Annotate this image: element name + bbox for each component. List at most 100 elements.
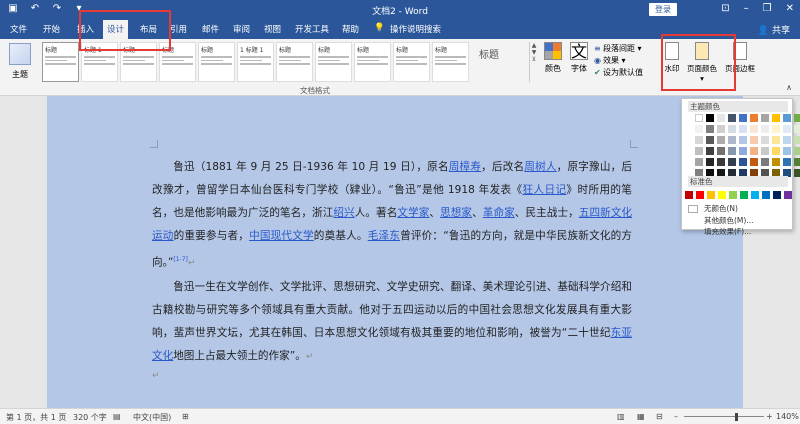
word-count[interactable]: 320 个字 — [73, 412, 107, 423]
hyperlink[interactable]: 周树人 — [524, 161, 556, 173]
color-swatch[interactable] — [696, 191, 704, 199]
tab-review[interactable]: 审阅 — [233, 23, 250, 35]
zoom-slider[interactable] — [684, 416, 764, 417]
color-swatch[interactable] — [784, 191, 792, 199]
color-swatch[interactable] — [717, 136, 725, 144]
color-swatch[interactable] — [706, 147, 714, 155]
color-swatch[interactable] — [761, 125, 769, 133]
zoom-in-icon[interactable]: + — [766, 412, 773, 421]
hyperlink[interactable]: 毛泽东 — [368, 230, 400, 242]
color-swatch[interactable] — [772, 158, 780, 166]
zoom-level[interactable]: 140% — [776, 412, 799, 421]
style-thumb[interactable]: 标题 — [276, 42, 313, 82]
color-swatch[interactable] — [718, 191, 726, 199]
color-swatch[interactable] — [794, 136, 800, 144]
zoom-slider-thumb[interactable] — [735, 413, 738, 421]
no-color-item[interactable]: 无颜色(N) — [688, 203, 738, 214]
color-swatch[interactable] — [750, 158, 758, 166]
style-thumb[interactable]: 标题 — [354, 42, 391, 82]
color-swatch[interactable] — [695, 114, 703, 122]
style-thumb[interactable]: 标题 — [393, 42, 430, 82]
color-swatch[interactable] — [794, 125, 800, 133]
color-swatch[interactable] — [728, 147, 736, 155]
colors-button[interactable]: 颜色 — [542, 42, 564, 74]
effects-button[interactable]: ◉ 效果 ▾ — [594, 55, 643, 67]
web-layout-icon[interactable]: ⊟ — [656, 412, 663, 421]
themes-button[interactable]: 主题 — [6, 43, 34, 80]
hyperlink[interactable]: 狂人日记 — [523, 184, 567, 196]
color-swatch[interactable] — [794, 114, 800, 122]
fill-effects-item[interactable]: 填充效果(F)... — [688, 226, 751, 237]
color-swatch[interactable] — [695, 125, 703, 133]
color-swatch[interactable] — [739, 158, 747, 166]
color-swatch[interactable] — [783, 114, 791, 122]
hyperlink[interactable]: 革命家 — [483, 207, 515, 219]
color-swatch[interactable] — [750, 136, 758, 144]
tab-mailings[interactable]: 邮件 — [202, 23, 219, 35]
read-mode-icon[interactable]: ▥ — [617, 412, 625, 421]
color-swatch[interactable] — [783, 147, 791, 155]
color-swatch[interactable] — [794, 147, 800, 155]
paragraph-spacing-button[interactable]: ≡ 段落间距 ▾ — [594, 43, 643, 55]
citation-link[interactable]: [1-7] — [173, 256, 187, 263]
login-button[interactable]: 登录 — [649, 3, 677, 16]
color-swatch[interactable] — [717, 158, 725, 166]
tab-developer[interactable]: 开发工具 — [295, 23, 329, 35]
color-swatch[interactable] — [794, 158, 800, 166]
minimize-icon[interactable]: – — [744, 3, 749, 14]
color-swatch[interactable] — [783, 136, 791, 144]
close-icon[interactable]: ✕ — [786, 3, 794, 14]
tab-view[interactable]: 视图 — [264, 23, 281, 35]
set-default-button[interactable]: ✔ 设为默认值 — [594, 67, 643, 79]
style-thumb[interactable]: 1 标题 1 — [237, 42, 274, 82]
color-swatch[interactable] — [751, 191, 759, 199]
style-thumb[interactable]: 标题 — [432, 42, 469, 82]
color-swatch[interactable] — [685, 191, 693, 199]
color-swatch[interactable] — [717, 125, 725, 133]
color-swatch[interactable] — [772, 147, 780, 155]
color-swatch[interactable] — [750, 125, 758, 133]
style-thumb[interactable]: 标题 — [471, 42, 507, 82]
print-layout-icon[interactable]: ▦ — [637, 412, 645, 421]
color-swatch[interactable] — [707, 191, 715, 199]
color-swatch[interactable] — [773, 191, 781, 199]
color-swatch[interactable] — [750, 147, 758, 155]
color-swatch[interactable] — [728, 158, 736, 166]
color-swatch[interactable] — [728, 136, 736, 144]
tell-me-search[interactable]: 操作说明搜索 — [390, 23, 441, 35]
accessibility-icon[interactable]: ⊞ — [182, 412, 189, 421]
color-swatch[interactable] — [772, 114, 780, 122]
color-swatch[interactable] — [717, 147, 725, 155]
color-swatch[interactable] — [740, 191, 748, 199]
fonts-button[interactable]: 文 字体 — [568, 42, 590, 74]
color-swatch[interactable] — [695, 136, 703, 144]
color-swatch[interactable] — [739, 136, 747, 144]
style-thumb[interactable]: 标题 — [315, 42, 352, 82]
restore-icon[interactable]: ❐ — [763, 3, 772, 14]
color-swatch[interactable] — [739, 147, 747, 155]
hyperlink[interactable]: 绍兴 — [333, 207, 354, 219]
color-swatch[interactable] — [695, 158, 703, 166]
color-swatch[interactable] — [750, 114, 758, 122]
style-thumb[interactable]: 标题 — [42, 42, 79, 82]
document-page[interactable]: 鲁迅（1881 年 9 月 25 日-1936 年 10 月 19 日），原名周… — [47, 96, 743, 408]
color-swatch[interactable] — [706, 136, 714, 144]
zoom-out-icon[interactable]: – — [674, 412, 678, 421]
gallery-scroll[interactable]: ▲ ▼ ⊻ — [529, 42, 538, 82]
color-swatch[interactable] — [706, 158, 714, 166]
document-body[interactable]: 鲁迅（1881 年 9 月 25 日-1936 年 10 月 19 日），原名周… — [152, 156, 632, 383]
color-swatch[interactable] — [772, 125, 780, 133]
color-swatch[interactable] — [761, 158, 769, 166]
tab-home[interactable]: 开始 — [43, 23, 60, 35]
color-swatch[interactable] — [728, 114, 736, 122]
color-swatch[interactable] — [717, 114, 725, 122]
color-swatch[interactable] — [739, 125, 747, 133]
color-swatch[interactable] — [772, 136, 780, 144]
tab-references[interactable]: 引用 — [170, 23, 187, 35]
color-swatch[interactable] — [783, 125, 791, 133]
more-colors-item[interactable]: 其他颜色(M)... — [688, 215, 753, 226]
color-swatch[interactable] — [762, 191, 770, 199]
ribbon-display-icon[interactable]: ⊡ — [721, 3, 729, 14]
color-swatch[interactable] — [783, 158, 791, 166]
color-swatch[interactable] — [706, 114, 714, 122]
